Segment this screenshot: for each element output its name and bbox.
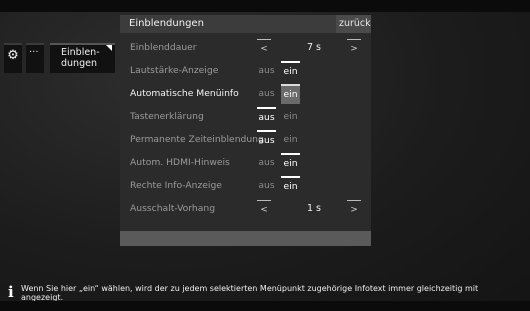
breadcrumb-dots: ··· <box>29 47 39 58</box>
decrease-arrow-icon[interactable]: < <box>257 200 271 219</box>
increase-arrow-icon[interactable]: > <box>347 200 361 219</box>
setting-value: 7 s <box>306 42 321 53</box>
option-ein[interactable]: ein <box>281 84 300 104</box>
info-icon: i <box>8 283 14 301</box>
setting-row[interactable]: Lautstärke-Anzeige aus ein <box>120 60 371 83</box>
settings-panel: Einblendungen zurück Einblenddauer <7 s > L… <box>120 15 371 246</box>
setting-label: Einblenddauer <box>130 42 197 53</box>
option-ein[interactable]: ein <box>281 61 300 81</box>
setting-row[interactable]: Tastenerklärung aus ein <box>120 106 371 129</box>
option-aus[interactable]: aus <box>257 130 276 150</box>
setting-row[interactable]: Permanente Zeiteinblendung aus ein <box>120 129 371 152</box>
setting-value: 1 s <box>306 203 321 214</box>
info-bar: i Wenn Sie hier „ein“ wählen, wird der z… <box>5 283 525 302</box>
setting-label: Rechte Info-Anzeige <box>130 180 222 191</box>
tv-screen: ⚙ ··· Einblen- dungen Einblendungen zurü… <box>0 0 530 311</box>
back-button-label: zurück <box>339 18 371 29</box>
option-aus[interactable]: aus <box>257 176 276 194</box>
breadcrumb-current[interactable]: Einblen- dungen <box>50 43 115 73</box>
option-ein[interactable]: ein <box>281 130 300 148</box>
breadcrumb-more[interactable]: ··· <box>26 43 44 73</box>
breadcrumb-settings[interactable]: ⚙ <box>4 43 22 73</box>
top-strip <box>0 0 530 12</box>
breadcrumb-current-label: Einblen- dungen <box>61 47 100 69</box>
setting-label: Permanente Zeiteinblendung <box>130 134 264 145</box>
option-ein[interactable]: ein <box>281 153 300 173</box>
setting-label: Ausschalt-Vorhang <box>130 203 216 214</box>
corner-marker-icon <box>106 45 112 51</box>
panel-header: Einblendungen zurück <box>120 15 371 33</box>
option-aus[interactable]: aus <box>257 153 276 171</box>
option-aus[interactable]: aus <box>257 61 276 79</box>
option-aus[interactable]: aus <box>257 84 276 102</box>
setting-label: Tastenerklärung <box>130 111 204 122</box>
setting-label: Autom. HDMI-Hinweis <box>130 157 230 168</box>
setting-label: Automatische Menüinfo <box>130 88 239 99</box>
gear-icon: ⚙ <box>7 48 19 63</box>
setting-row[interactable]: Ausschalt-Vorhang <1 s > <box>120 198 371 221</box>
setting-row[interactable]: Autom. HDMI-Hinweis aus ein <box>120 152 371 175</box>
bottom-strip <box>0 301 530 311</box>
setting-row[interactable]: Rechte Info-Anzeige aus ein <box>120 175 371 198</box>
back-button[interactable]: zurück <box>336 15 371 33</box>
panel-footer <box>120 231 371 246</box>
info-text: Wenn Sie hier „ein“ wählen, wird der zu … <box>21 284 479 302</box>
setting-row[interactable]: Automatische Menüinfo aus ein <box>120 83 371 106</box>
option-ein[interactable]: ein <box>281 107 300 125</box>
option-aus[interactable]: aus <box>257 107 276 127</box>
panel-title: Einblendungen <box>129 18 204 29</box>
option-ein[interactable]: ein <box>281 176 300 196</box>
increase-arrow-icon[interactable]: > <box>347 39 361 58</box>
decrease-arrow-icon[interactable]: < <box>257 39 271 58</box>
setting-label: Lautstärke-Anzeige <box>130 65 219 76</box>
setting-row[interactable]: Einblenddauer <7 s > <box>120 37 371 60</box>
